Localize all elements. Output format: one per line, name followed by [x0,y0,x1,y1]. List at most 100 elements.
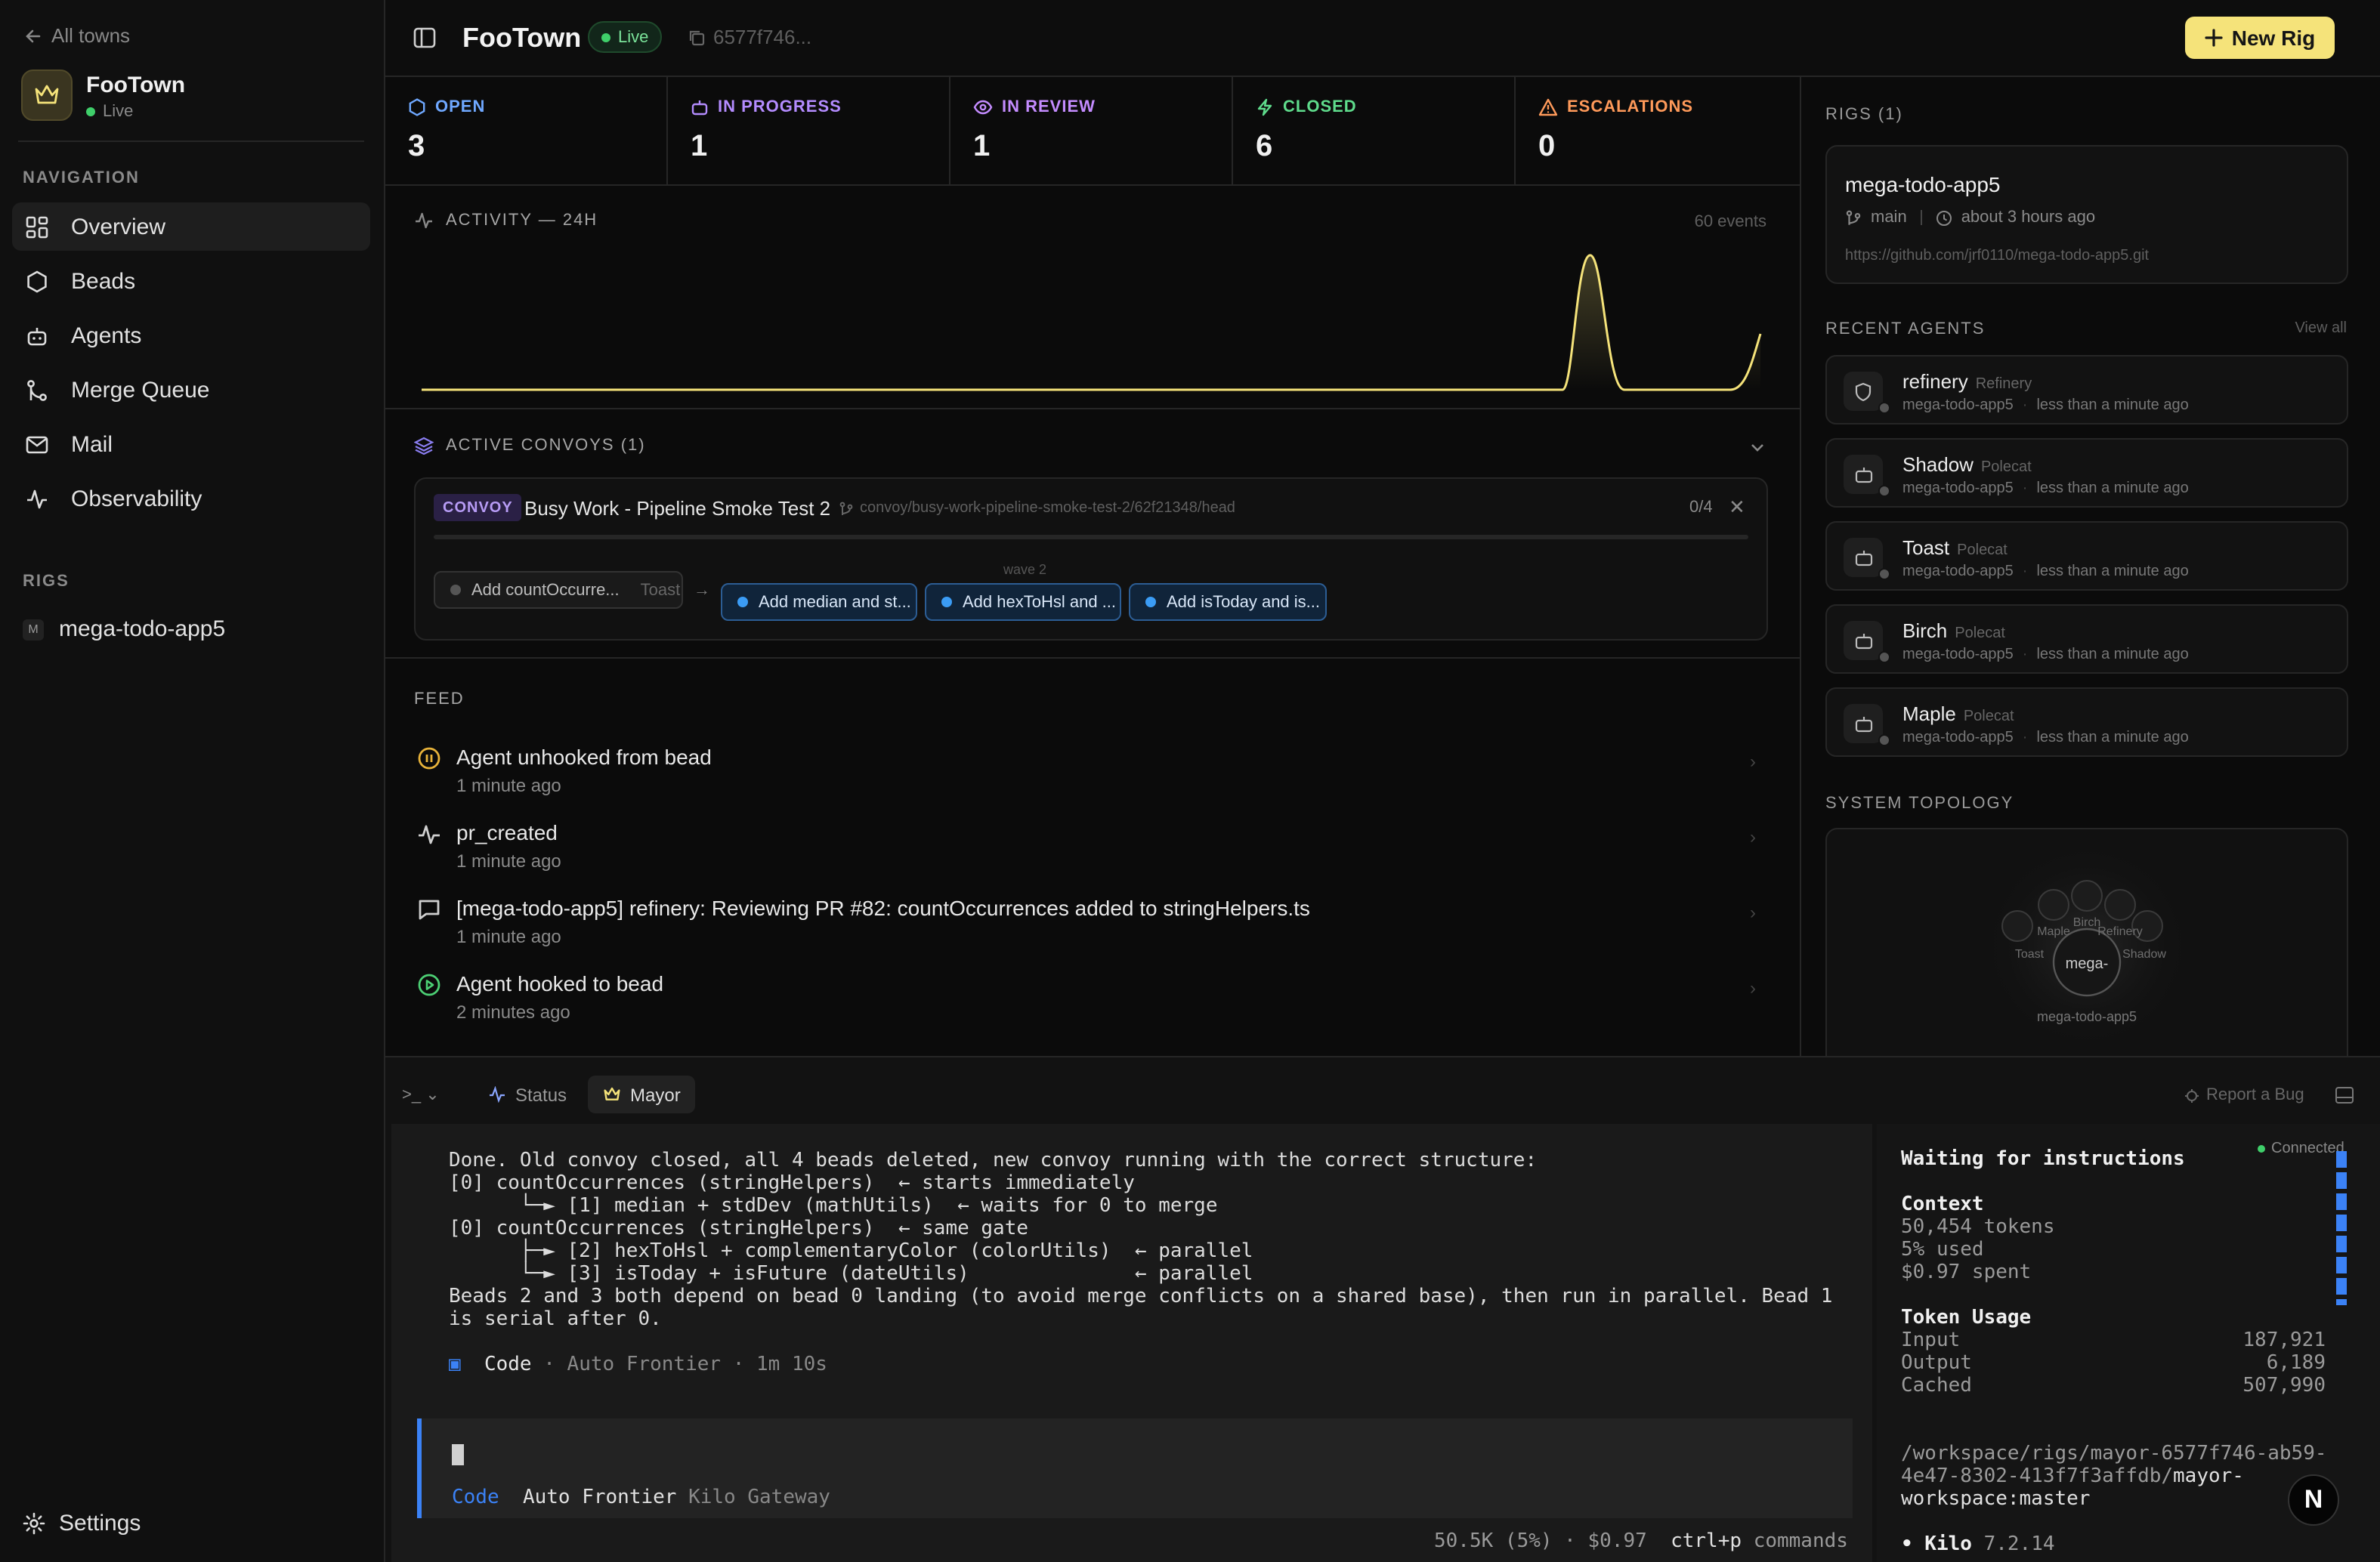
topology-node-label: Toast [2015,948,2045,961]
sidebar-item-agents[interactable]: Agents [12,311,370,360]
bead-status-dot [1145,597,1156,607]
agent-card-maple[interactable]: Maple Polecat mega-todo-app5 · less than a … [1825,687,2348,757]
live-status-badge: Live [588,21,663,53]
mail-icon [24,433,48,455]
convoy-progress-bar [434,535,1748,539]
topology-node[interactable] [2038,889,2069,921]
back-to-towns-link[interactable]: All towns [24,24,130,47]
bead-chip[interactable]: Add countOccurre... Toast [434,571,683,609]
stat-in-progress[interactable]: IN PROGRESS 1 [668,77,950,186]
page-title: FooTown [462,23,582,53]
terminal-line: └─► [3] isToday + isFuture (dateUtils) ←… [449,1263,1253,1286]
live-status-label: Live [618,28,649,46]
terminal-output-area[interactable]: Done. Old convoy closed, all 4 beads del… [391,1124,1872,1562]
rig-url[interactable]: https://github.com/jrf0110/mega-todo-app… [1845,248,2149,264]
agent-sub: mega-todo-app5 · less than a minute ago [1902,563,2189,580]
sidebar: All towns FooTown Live NAVIGATION Overvi… [0,0,385,1562]
topology-node[interactable] [2071,880,2103,912]
topology-node[interactable] [2001,910,2033,942]
tab-status[interactable]: Status [473,1076,582,1113]
town-header[interactable]: FooTown Live [21,69,185,121]
bot-icon [24,324,48,347]
report-bug-button[interactable]: Report a Bug [2184,1086,2304,1104]
view-all-agents-link[interactable]: View all [2295,320,2347,337]
kilo-version-line: • Kilo 7.2.14 [1901,1533,2327,1556]
feed-title: FEED [414,690,465,708]
chevron-right-icon: › [1750,902,1756,923]
rig-updated: about 3 hours ago [1961,208,2096,227]
topology-node[interactable] [2104,889,2136,921]
convoy-card[interactable]: CONVOY Busy Work - Pipeline Smoke Test 2… [414,477,1768,641]
shield-icon [1854,381,1872,401]
scrollbar[interactable] [2336,1151,2347,1305]
feed-item[interactable]: pr_created 1 minute ago › [414,820,1768,890]
sidebar-item-merge-queue[interactable]: Merge Queue [12,366,370,414]
agent-card-toast[interactable]: Toast Polecat mega-todo-app5 · less than a … [1825,521,2348,591]
agent-card-birch[interactable]: Birch Polecat mega-todo-app5 · less than a … [1825,604,2348,674]
square-icon: ▣ [449,1354,461,1376]
workspace-path-part: mayor- [2173,1465,2244,1488]
bead-label: Add countOccurre... [471,581,620,599]
bead-chip[interactable]: Add median and st... [721,583,917,621]
agent-status-dot [1878,485,1890,497]
prompt-mode: Code [452,1486,499,1509]
usage-label: Input [1901,1329,1961,1352]
activity-line [422,254,1762,391]
agent-time: less than a minute ago [2036,480,2189,497]
terminal-spacer [449,1331,1832,1354]
stat-in-review[interactable]: IN REVIEW 1 [950,77,1233,186]
stat-label: CLOSED [1283,98,1357,116]
feed-item[interactable]: Agent hooked to bead 2 minutes ago › [414,971,1768,1041]
context-used: 5% used [1901,1239,1984,1261]
sidebar-item-label: Agents [71,323,142,348]
terminal-input[interactable]: Code Auto Frontier Kilo Gateway [417,1418,1853,1518]
close-icon[interactable]: ✕ [1729,495,1745,520]
sidebar-item-label: Merge Queue [71,377,210,403]
sidebar-item-beads[interactable]: Beads [12,257,370,305]
sidebar-item-observability[interactable]: Observability [12,474,370,523]
bead-status-dot [941,597,952,607]
top-bar: FooTown Live 6577f746... New Rig [385,0,2380,77]
new-rig-button[interactable]: New Rig [2185,17,2335,59]
settings-link[interactable]: Settings [23,1511,141,1536]
feed-item-time: 2 minutes ago [456,1002,570,1023]
feed-item-title: pr_created [456,820,558,844]
feed-item[interactable]: Agent unhooked from bead 1 minute ago › [414,745,1768,814]
agent-name: refinery [1902,370,1968,393]
agent-rig: mega-todo-app5 [1902,730,2014,746]
grid-icon [24,215,48,238]
agent-name: Shadow [1902,453,1974,476]
system-topology-graph[interactable]: mega- Toast Maple Birch Refinery Shadow … [1825,828,2348,1070]
agent-name-row: Birch Polecat [1902,619,2005,642]
sidebar-item-mail[interactable]: Mail [12,420,370,468]
sidebar-item-overview[interactable]: Overview [12,202,370,251]
live-dot [86,107,95,116]
rig-label: mega-todo-app5 [59,616,226,642]
bead-chip[interactable]: Add hexToHsl and ... [925,583,1121,621]
usage-title: Token Usage [1901,1307,2032,1329]
bead-status-dot [737,597,748,607]
sidebar-rig-mega-todo-app5[interactable]: M mega-todo-app5 [23,616,225,642]
agent-card-refinery[interactable]: refinery Refinery mega-todo-app5 · less tha… [1825,355,2348,424]
rig-card[interactable]: mega-todo-app5 main about 3 hours ago ht… [1825,145,2348,284]
panel-toggle-icon[interactable] [2335,1086,2354,1104]
topology-center-label: mega- [2066,955,2109,972]
town-id: 6577f746... [713,26,812,48]
stat-escalations[interactable]: ESCALATIONS 0 [1516,77,1798,186]
terminal-menu[interactable]: >_ ⌄ [402,1085,440,1104]
feed-item[interactable]: [mega-todo-app5] refinery: Reviewing PR … [414,896,1768,965]
assistant-fab-button[interactable]: N [2288,1474,2339,1526]
stat-value: 6 [1256,130,1273,163]
sidebar-toggle-icon[interactable] [413,26,437,50]
stat-open[interactable]: OPEN 3 [385,77,668,186]
dot-separator: · [2022,563,2028,580]
terminal-line: └─► [1] median + stdDev (mathUtils) ← wa… [449,1195,1218,1218]
usage-value: 507,990 [2242,1375,2326,1397]
chevron-down-icon[interactable] [1748,438,1766,456]
bead-chip[interactable]: Add isToday and is... [1129,583,1327,621]
stat-closed[interactable]: CLOSED 6 [1233,77,1516,186]
agent-card-shadow[interactable]: Shadow Polecat mega-todo-app5 · less than a… [1825,438,2348,508]
tab-mayor[interactable]: Mayor [588,1076,696,1113]
copy-town-id-button[interactable]: 6577f746... [688,26,811,48]
